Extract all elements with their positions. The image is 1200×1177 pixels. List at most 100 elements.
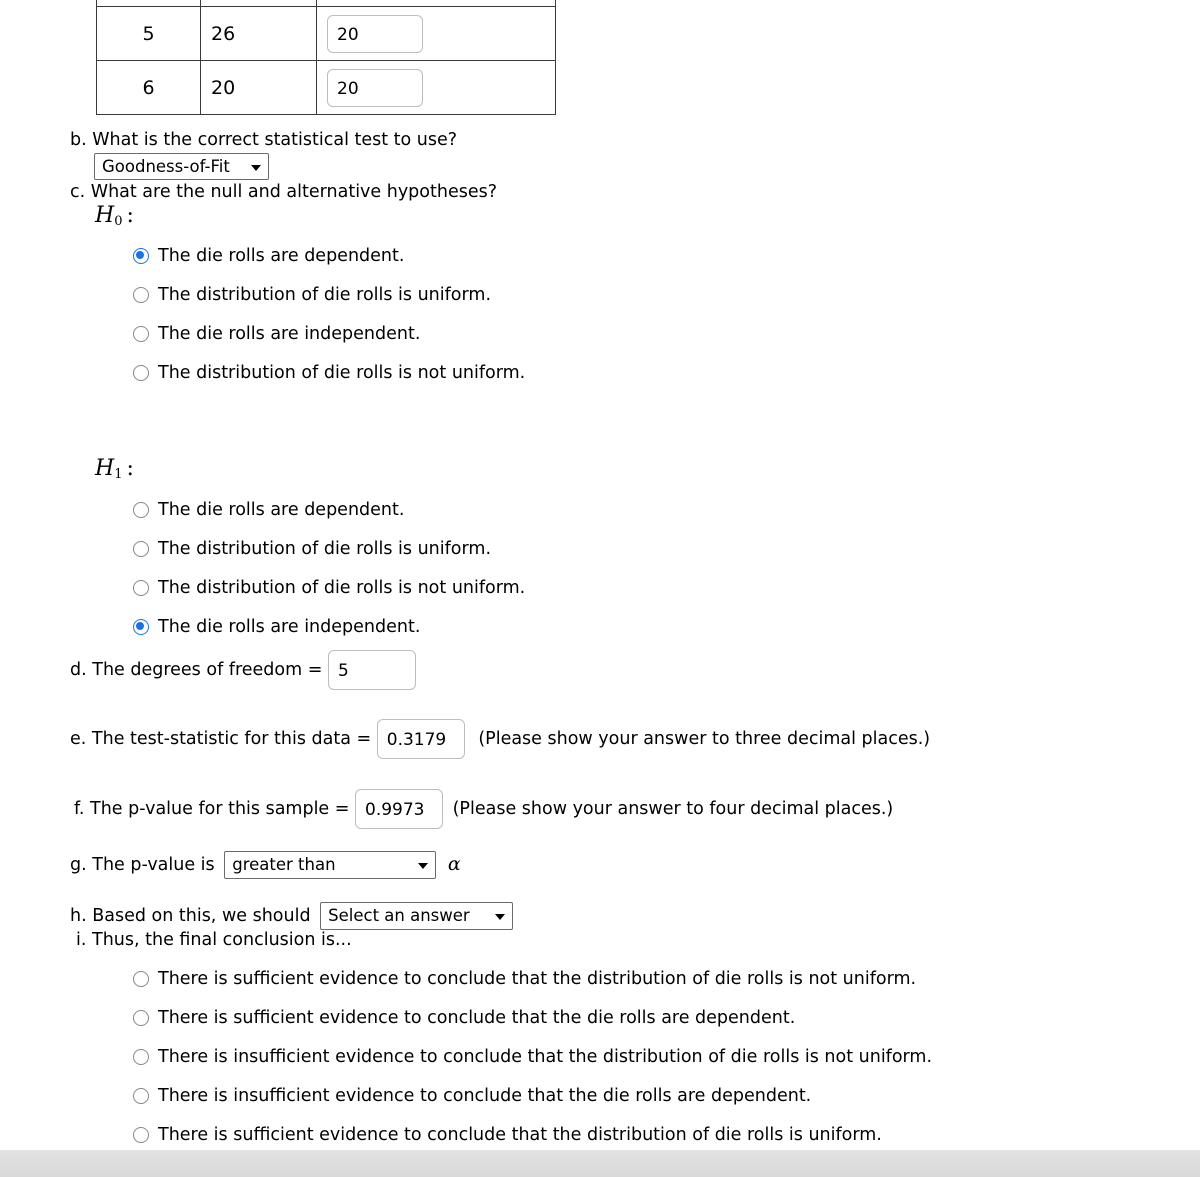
statistical-test-select[interactable]: Goodness-of-Fit <box>94 153 269 180</box>
radio-button-icon[interactable] <box>133 287 149 303</box>
p-value-input[interactable]: 0.9973 <box>355 789 444 829</box>
decision-select[interactable]: Select an answer <box>320 902 514 930</box>
question-f-note: (Please show your answer to four decimal… <box>452 799 894 819</box>
null-hypothesis-option-label: The distribution of die rolls is uniform… <box>158 285 492 305</box>
null-hypothesis-option-label: The die rolls are independent. <box>158 324 421 344</box>
question-g-marker: g. <box>70 855 87 875</box>
question-c-prompt: c. What are the null and alternative hyp… <box>70 182 497 204</box>
question-d-row: d. The degrees of freedom = 5 <box>70 650 416 690</box>
conclusion-option-label: There is sufficient evidence to conclude… <box>158 1008 796 1028</box>
null-hypothesis-label: H0: <box>95 203 134 229</box>
null-hypothesis-option[interactable]: The die rolls are dependent. <box>133 246 404 266</box>
question-g-text: The p-value is <box>92 855 215 875</box>
radio-button-icon[interactable] <box>133 1010 149 1026</box>
radio-button-selected-icon[interactable] <box>133 619 149 635</box>
alpha-symbol: α <box>447 853 461 875</box>
radio-button-icon[interactable] <box>133 326 149 342</box>
h1-subscript: 1 <box>114 467 123 482</box>
expected-frequency-input[interactable]: 20 <box>327 14 423 53</box>
alt-hypothesis-option-label: The die rolls are independent. <box>158 617 421 637</box>
conclusion-option-label: There is insufficient evidence to conclu… <box>158 1086 812 1106</box>
question-g-row: g. The p-value is greater than α <box>70 851 461 879</box>
radio-button-icon[interactable] <box>133 541 149 557</box>
null-hypothesis-option[interactable]: The distribution of die rolls is uniform… <box>133 285 491 305</box>
statistical-test-select-value: Goodness-of-Fit <box>102 157 230 176</box>
statistical-test-select-wrap: Goodness-of-Fit <box>94 153 269 180</box>
alt-hypothesis-option-label: The die rolls are dependent. <box>158 500 405 520</box>
h1-letter: H <box>95 456 115 481</box>
radio-button-icon[interactable] <box>133 365 149 381</box>
radio-button-icon[interactable] <box>133 580 149 596</box>
radio-button-icon[interactable] <box>133 502 149 518</box>
chevron-down-icon <box>495 914 506 920</box>
radio-button-icon[interactable] <box>133 1088 149 1104</box>
question-h-row: h. Based on this, we should Select an an… <box>70 902 514 930</box>
null-hypothesis-option[interactable]: The distribution of die rolls is not uni… <box>133 363 525 383</box>
question-e-note: (Please show your answer to three decima… <box>478 729 931 749</box>
alt-hypothesis-option-label: The distribution of die rolls is not uni… <box>158 578 526 598</box>
null-hypothesis-option-label: The distribution of die rolls is not uni… <box>158 363 526 383</box>
test-statistic-input[interactable]: 0.3179 <box>376 719 465 759</box>
conclusion-option[interactable]: There is sufficient evidence to conclude… <box>133 969 916 989</box>
table-cell-face: 5 <box>96 6 201 61</box>
question-b-prompt: b. What is the correct statistical test … <box>70 130 457 152</box>
table-row: 5 26 20 <box>96 6 556 61</box>
question-c-marker: c. <box>70 182 86 202</box>
question-f-marker: f. <box>74 799 85 819</box>
question-e-marker: e. <box>70 729 87 749</box>
alt-hypothesis-label: H1: <box>95 456 134 482</box>
alt-hypothesis-option[interactable]: The die rolls are dependent. <box>133 500 404 520</box>
h0-letter: H <box>95 203 115 228</box>
h1-colon: : <box>126 456 134 481</box>
quiz-page-card: 5 26 20 6 20 20 b. What is the correct statis… <box>0 0 1200 1160</box>
null-hypothesis-option[interactable]: The die rolls are independent. <box>133 324 420 344</box>
conclusion-option-label: There is insufficient evidence to conclu… <box>158 1047 933 1067</box>
chevron-down-icon <box>418 863 429 869</box>
table-cell-expected: 20 <box>316 6 556 61</box>
table-row: 6 20 20 <box>96 60 556 115</box>
alt-hypothesis-option[interactable]: The distribution of die rolls is not uni… <box>133 578 525 598</box>
alt-hypothesis-option[interactable]: The die rolls are independent. <box>133 617 420 637</box>
frequency-table-wrapper: 5 26 20 6 20 20 <box>96 0 556 115</box>
h0-colon: : <box>126 203 134 228</box>
decision-select-value: Select an answer <box>328 906 470 925</box>
radio-button-icon[interactable] <box>133 1127 149 1143</box>
conclusion-option[interactable]: There is sufficient evidence to conclude… <box>133 1125 882 1145</box>
question-h-marker: h. <box>70 906 87 926</box>
question-i-text: Thus, the final conclusion is... <box>92 930 352 950</box>
conclusion-option-label: There is sufficient evidence to conclude… <box>158 969 917 989</box>
conclusion-option[interactable]: There is sufficient evidence to conclude… <box>133 1008 795 1028</box>
page-background-strip <box>0 1150 1200 1177</box>
conclusion-option-label: There is sufficient evidence to conclude… <box>158 1125 882 1145</box>
question-b-marker: b. <box>70 130 87 150</box>
question-c-text: What are the null and alternative hypoth… <box>90 182 498 202</box>
question-h-text: Based on this, we should <box>92 906 311 926</box>
expected-frequency-input[interactable]: 20 <box>327 68 423 107</box>
question-e-row: e. The test-statistic for this data = 0.… <box>70 719 930 759</box>
null-hypothesis-option-label: The die rolls are dependent. <box>158 246 405 266</box>
question-i-prompt: i. Thus, the final conclusion is... <box>76 930 352 952</box>
chevron-down-icon <box>251 164 261 171</box>
p-value-comparison-value: greater than <box>232 855 336 874</box>
question-f-text: The p-value for this sample = <box>90 799 350 819</box>
conclusion-option[interactable]: There is insufficient evidence to conclu… <box>133 1086 811 1106</box>
alt-hypothesis-option[interactable]: The distribution of die rolls is uniform… <box>133 539 491 559</box>
table-cell-expected: 20 <box>316 60 556 115</box>
h0-subscript: 0 <box>114 214 123 229</box>
alt-hypothesis-option-label: The distribution of die rolls is uniform… <box>158 539 492 559</box>
conclusion-option[interactable]: There is insufficient evidence to conclu… <box>133 1047 932 1067</box>
question-d-text: The degrees of freedom = <box>92 660 323 680</box>
table-cell-observed: 26 <box>200 6 317 61</box>
question-i-marker: i. <box>76 930 87 950</box>
p-value-comparison-select[interactable]: greater than <box>224 851 437 879</box>
question-e-text: The test-statistic for this data = <box>91 729 372 749</box>
question-f-row: f. The p-value for this sample = 0.9973 … <box>74 789 893 829</box>
table-cell-observed: 20 <box>200 60 317 115</box>
degrees-of-freedom-input[interactable]: 5 <box>327 650 416 690</box>
radio-button-icon[interactable] <box>133 971 149 987</box>
radio-button-icon[interactable] <box>133 1049 149 1065</box>
radio-button-selected-icon[interactable] <box>133 248 149 264</box>
question-d-marker: d. <box>70 660 87 680</box>
table-cell-face: 6 <box>96 60 201 115</box>
question-b-text: What is the correct statistical test to … <box>92 130 458 150</box>
